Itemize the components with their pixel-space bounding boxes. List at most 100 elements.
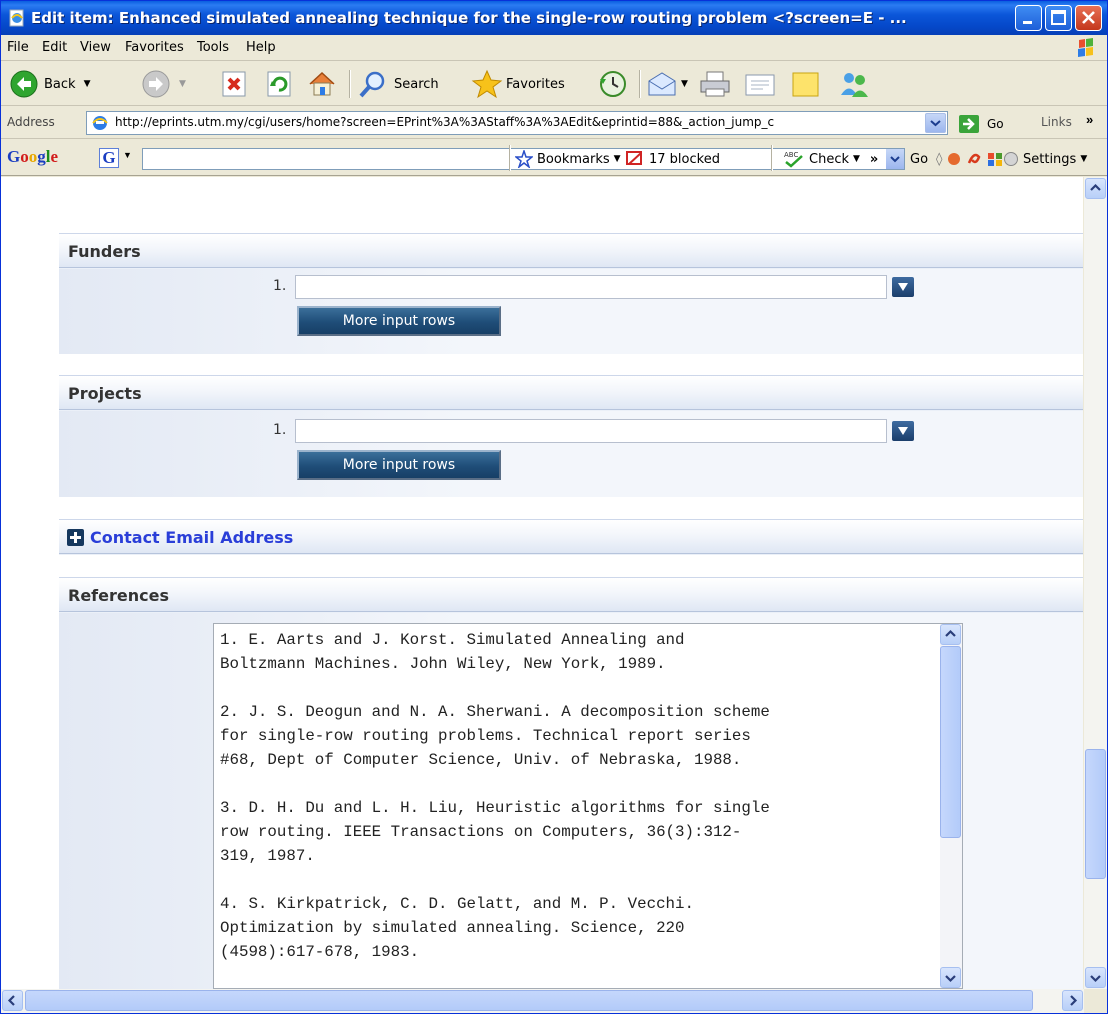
- autofill-icon: [988, 153, 1003, 166]
- chevron-down-icon: [1090, 975, 1101, 983]
- svg-text:ABC: ABC: [784, 151, 798, 159]
- funders-row-number: 1.: [273, 278, 287, 294]
- messenger-button[interactable]: [837, 67, 871, 101]
- note-icon: [792, 72, 819, 97]
- funders-lookup-button[interactable]: [892, 277, 914, 297]
- menu-tools[interactable]: Tools: [197, 40, 229, 55]
- contact-email-title[interactable]: Contact Email Address: [90, 528, 293, 547]
- refresh-button[interactable]: [264, 67, 294, 101]
- contact-email-header[interactable]: Contact Email Address: [59, 520, 1083, 554]
- scrollbar-corner: [1084, 989, 1107, 1013]
- forward-button[interactable]: ▼: [141, 67, 186, 101]
- check-label: Check: [809, 151, 849, 167]
- contact-email-section[interactable]: Contact Email Address: [59, 519, 1083, 555]
- history-icon: [600, 71, 626, 97]
- close-button[interactable]: [1075, 5, 1102, 31]
- bookmarks-label: Bookmarks: [537, 151, 610, 167]
- popup-blocked-icon: [626, 151, 642, 165]
- links-chevron-icon[interactable]: »: [1086, 112, 1093, 127]
- menu-file[interactable]: File: [7, 40, 29, 55]
- google-menu-dropdown-icon[interactable]: ▼: [123, 150, 132, 160]
- back-dropdown-icon[interactable]: ▼: [84, 79, 91, 89]
- google-go-button[interactable]: Go: [910, 149, 928, 169]
- page-scroll-left-button[interactable]: [2, 990, 23, 1011]
- stop-button[interactable]: [219, 67, 249, 101]
- references-textarea[interactable]: 1. E. Aarts and J. Korst. Simulated Anne…: [213, 623, 963, 989]
- blocked-count-label: 17 blocked: [649, 151, 720, 167]
- toolbar-separator: [509, 145, 510, 171]
- bookmarks-button[interactable]: Bookmarks ▼: [515, 149, 621, 169]
- forward-dropdown-icon[interactable]: ▼: [179, 79, 186, 89]
- references-scrollbar[interactable]: [940, 624, 962, 988]
- standard-toolbar: Back ▼ ▼ Search Favorites ▼: [1, 62, 1107, 106]
- links-label[interactable]: Links: [1041, 115, 1072, 129]
- search-button[interactable]: Search: [357, 67, 439, 101]
- ie-icon: [92, 116, 108, 130]
- messenger-icon: [841, 73, 868, 97]
- history-button[interactable]: [597, 67, 629, 101]
- page-content: Funders 1. More input rows Projects 1. M…: [1, 177, 1083, 989]
- projects-section: Projects 1. More input rows: [59, 375, 1083, 497]
- stop-icon: [222, 71, 246, 97]
- menu-edit[interactable]: Edit: [42, 40, 67, 55]
- toolbar-separator: [771, 145, 772, 171]
- minimize-button[interactable]: [1015, 5, 1042, 31]
- browser-window: Edit item: Enhanced simulated annealing …: [0, 0, 1108, 1014]
- projects-header: Projects: [59, 376, 1083, 410]
- page-hscroll-thumb[interactable]: [25, 990, 1033, 1011]
- funders-input[interactable]: [295, 275, 887, 299]
- chevron-right-icon: [1070, 995, 1078, 1006]
- page-scroll-thumb[interactable]: [1085, 749, 1106, 879]
- google-logo[interactable]: Google: [7, 147, 58, 167]
- address-input[interactable]: http://eprints.utm.my/cgi/users/home?scr…: [86, 111, 948, 135]
- spellcheck-icon: ABC: [784, 151, 803, 168]
- toolbar-separator: [639, 70, 640, 98]
- home-button[interactable]: [306, 67, 338, 101]
- references-scroll-up-button[interactable]: [940, 624, 961, 645]
- favorites-button[interactable]: Favorites: [471, 67, 565, 101]
- page-horizontal-scrollbar[interactable]: [1, 989, 1084, 1013]
- references-header: References: [59, 578, 1083, 612]
- funders-more-rows-button[interactable]: More input rows: [297, 306, 501, 336]
- google-search-dropdown[interactable]: [886, 149, 904, 169]
- back-label: Back: [44, 76, 76, 92]
- menu-view[interactable]: View: [80, 40, 111, 55]
- page-scroll-down-button[interactable]: [1085, 967, 1106, 988]
- spell-swirl-icon: [968, 153, 981, 164]
- expand-plus-icon[interactable]: [67, 529, 84, 546]
- forward-arrow-icon: [142, 70, 170, 98]
- menu-favorites[interactable]: Favorites: [125, 40, 184, 55]
- projects-input[interactable]: [295, 419, 887, 443]
- mail-dropdown-icon[interactable]: ▼: [681, 79, 688, 89]
- edit-button[interactable]: [743, 67, 777, 101]
- maximize-button[interactable]: [1045, 5, 1072, 31]
- search-label: Search: [394, 76, 439, 92]
- projects-lookup-button[interactable]: [892, 421, 914, 441]
- references-scroll-thumb[interactable]: [940, 646, 961, 838]
- page-scroll-right-button[interactable]: [1062, 990, 1083, 1011]
- print-button[interactable]: [698, 67, 732, 101]
- chevron-down-icon: [945, 975, 956, 983]
- page-scroll-up-button[interactable]: [1085, 178, 1106, 199]
- mail-button[interactable]: ▼: [646, 67, 688, 101]
- projects-more-rows-button[interactable]: More input rows: [297, 450, 501, 480]
- chevron-down-icon: [890, 156, 900, 163]
- ie-page-icon: [9, 9, 24, 27]
- maximize-icon: [1051, 10, 1066, 25]
- address-dropdown-button[interactable]: [925, 113, 946, 133]
- funders-header: Funders: [59, 234, 1083, 268]
- more-chevron-icon[interactable]: »: [870, 152, 878, 167]
- address-label: Address: [7, 115, 55, 129]
- title-bar[interactable]: Edit item: Enhanced simulated annealing …: [1, 1, 1107, 35]
- discuss-button[interactable]: [790, 67, 822, 101]
- menu-help[interactable]: Help: [246, 40, 276, 55]
- popup-blocker-button[interactable]: 17 blocked: [625, 149, 720, 169]
- settings-button[interactable]: Settings ▼: [1003, 149, 1087, 169]
- spell-check-button[interactable]: ABC Check ▼ »: [783, 149, 878, 169]
- address-go-button[interactable]: Go: [958, 113, 1004, 135]
- google-g-icon[interactable]: G: [99, 148, 119, 168]
- settings-icon: [1004, 152, 1018, 166]
- page-vertical-scrollbar[interactable]: [1084, 177, 1107, 989]
- back-button[interactable]: Back ▼: [9, 67, 90, 101]
- references-scroll-down-button[interactable]: [940, 967, 961, 988]
